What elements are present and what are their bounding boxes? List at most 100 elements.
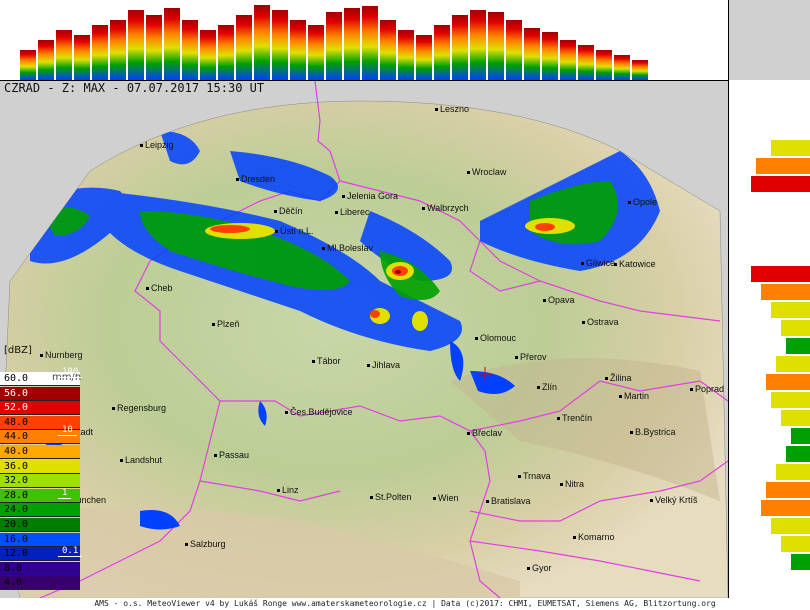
top-profile-bar bbox=[182, 20, 198, 80]
right-profile-bar bbox=[733, 230, 810, 246]
radar-map[interactable]: Leszno Leipzig Wroclaw Dresden Jelenia Gora O… bbox=[0, 81, 728, 598]
city-label: Žilina bbox=[605, 373, 632, 383]
right-profile-bar bbox=[776, 356, 810, 372]
top-profile-bar bbox=[74, 35, 90, 80]
top-profile-bar bbox=[326, 12, 342, 80]
right-profile-graphic bbox=[733, 140, 810, 570]
city-label: Dresden bbox=[236, 174, 275, 184]
legend-level: 52.0 bbox=[0, 401, 80, 416]
right-profile-bar bbox=[791, 554, 810, 570]
right-profile-bar bbox=[766, 374, 810, 390]
city-label: Ústí n.L. bbox=[275, 226, 314, 236]
city-label: Olomouc bbox=[475, 333, 516, 343]
top-profile-bar bbox=[218, 25, 234, 80]
top-profile-bar bbox=[452, 15, 468, 80]
city-label: Passau bbox=[214, 450, 249, 460]
city-label: Nitra bbox=[560, 479, 584, 489]
city-label: Gliwice bbox=[581, 258, 615, 268]
top-profile-bar bbox=[308, 25, 324, 80]
city-label: Landshut bbox=[120, 455, 162, 465]
city-label: Opava bbox=[543, 295, 575, 305]
city-label: Wien bbox=[433, 493, 459, 503]
right-profile-bar bbox=[761, 500, 810, 516]
city-label: Trenčín bbox=[557, 413, 592, 423]
right-profile-bar bbox=[781, 536, 810, 552]
city-label: Trnava bbox=[518, 471, 551, 481]
city-label: Walbrzych bbox=[422, 203, 469, 213]
top-profile-bar bbox=[524, 28, 540, 80]
legend-level: 20.0 bbox=[0, 518, 80, 532]
city-label: Salzburg bbox=[185, 539, 226, 549]
city-label: Jihlava bbox=[367, 360, 400, 370]
legend-rate: 1 bbox=[58, 488, 72, 499]
top-profile-bar bbox=[20, 50, 36, 80]
city-label: Komarno bbox=[573, 532, 615, 542]
city-label: Liberec bbox=[335, 207, 370, 217]
top-profile-bar bbox=[164, 8, 180, 80]
city-label: Zlín bbox=[537, 382, 557, 392]
top-profile-bar bbox=[542, 32, 558, 80]
right-profile-bar bbox=[751, 266, 810, 282]
right-profile-bar bbox=[766, 482, 810, 498]
right-profile-bar bbox=[751, 176, 810, 192]
top-profile-bar bbox=[272, 10, 288, 80]
city-label: Jelenia Gora bbox=[342, 191, 398, 201]
city-label: Ml.Boleslav bbox=[322, 243, 373, 253]
top-profile-bar bbox=[416, 35, 432, 80]
top-profile-bar bbox=[290, 20, 306, 80]
legend-level: 40.0 bbox=[0, 445, 80, 459]
top-profile-bar bbox=[110, 20, 126, 80]
top-profile-bar bbox=[488, 12, 504, 80]
right-profile-bar bbox=[741, 194, 810, 210]
right-profile-bar bbox=[786, 338, 810, 354]
legend-rate: 10 bbox=[58, 425, 77, 436]
top-profile-bar bbox=[200, 30, 216, 80]
city-label: Martin bbox=[619, 391, 649, 401]
footer-credits: AMS - o.s. MeteoViewer v4 by Lukáš Ronge… bbox=[0, 598, 810, 610]
top-profile-bar bbox=[254, 5, 270, 80]
legend-rate: 100 bbox=[58, 367, 83, 378]
legend-level: 4.0 bbox=[0, 576, 80, 591]
map-graphic bbox=[0, 81, 728, 598]
right-profile-panel bbox=[728, 80, 810, 600]
right-profile-bar bbox=[781, 320, 810, 336]
city-label: Velký Krtíš bbox=[650, 495, 698, 505]
city-label: Ostrava bbox=[582, 317, 619, 327]
city-label: Břeclav bbox=[467, 428, 502, 438]
right-profile-bar bbox=[781, 410, 810, 426]
city-label: B.Bystrica bbox=[630, 427, 676, 437]
top-profile-bar bbox=[614, 55, 630, 80]
top-profile-bar bbox=[506, 20, 522, 80]
city-label: Tábor bbox=[312, 356, 341, 366]
top-profile-bar bbox=[146, 15, 162, 80]
city-label: Poprad bbox=[690, 384, 724, 394]
top-profile-bar bbox=[596, 50, 612, 80]
city-label: Katowice bbox=[614, 259, 656, 269]
legend-level: 56.0 bbox=[0, 386, 80, 401]
top-profile-bar bbox=[92, 25, 108, 80]
right-profile-bar bbox=[736, 212, 810, 228]
top-profile-graphic bbox=[20, 5, 648, 80]
city-label: Bratislava bbox=[486, 496, 531, 506]
top-profile-bar bbox=[38, 40, 54, 80]
city-label: Nurnberg bbox=[40, 350, 83, 360]
city-label: Přerov bbox=[515, 352, 547, 362]
top-profile-bar bbox=[632, 60, 648, 80]
city-label: Plzeň bbox=[212, 319, 240, 329]
city-label: Leipzig bbox=[140, 140, 174, 150]
right-profile-bar bbox=[756, 158, 810, 174]
city-label: Regensburg bbox=[112, 403, 166, 413]
top-profile-bar bbox=[578, 45, 594, 80]
corner-box bbox=[728, 0, 810, 81]
top-profile-bar bbox=[362, 6, 378, 80]
legend-level: 16.0 bbox=[0, 532, 80, 547]
right-profile-bar bbox=[786, 446, 810, 462]
city-label: Děčín bbox=[274, 206, 303, 216]
right-profile-bar bbox=[771, 392, 810, 408]
city-label: Linz bbox=[277, 485, 299, 495]
top-profile-bar bbox=[470, 10, 486, 80]
right-profile-bar bbox=[776, 464, 810, 480]
city-label: Cheb bbox=[146, 283, 173, 293]
right-profile-bar bbox=[741, 248, 810, 264]
top-profile-bar bbox=[344, 8, 360, 80]
